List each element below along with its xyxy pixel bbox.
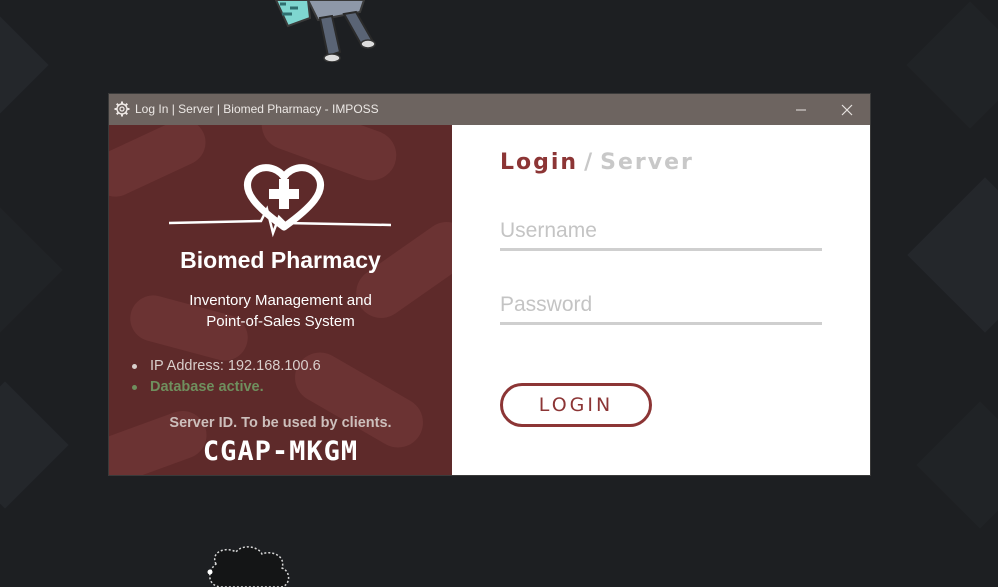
gear-icon [114,101,130,117]
heading-server: Server [600,150,694,175]
minimize-button[interactable] [778,94,824,125]
brand-name: Biomed Pharmacy [180,247,381,273]
status-list: IP Address: 192.168.100.6 Database activ… [131,356,321,398]
background-diamond [916,401,998,529]
background-diamond [906,1,998,129]
login-button[interactable]: LOGIN [500,383,652,427]
form-heading: Login / Server [500,150,694,175]
username-input[interactable] [500,214,822,251]
server-id: CGAP-MKGM [202,436,359,467]
background-diamond [907,177,998,333]
brand-subtitle: Inventory Management and Point-of-Sales … [109,290,452,332]
server-id-note: Server ID. To be used by clients. [169,415,392,431]
heading-separator: / [584,150,595,175]
window-title: Log In | Server | Biomed Pharmacy - IMPO… [135,102,379,116]
title-bar[interactable]: Log In | Server | Biomed Pharmacy - IMPO… [109,94,870,125]
branding-panel: Biomed Pharmacy Inventory Management and… [109,125,452,475]
character-illustration [274,0,376,62]
password-input[interactable] [500,288,822,325]
login-window: Log In | Server | Biomed Pharmacy - IMPO… [109,94,870,475]
background-diamond [0,1,49,129]
sheep-illustration [207,546,290,587]
heading-login: Login [500,150,579,175]
close-icon [841,104,853,115]
background-diamond [0,381,69,509]
close-button[interactable] [824,94,870,125]
subtitle-line: Inventory Management and [189,292,372,309]
minimize-icon [796,109,806,110]
background-diamond [0,192,63,348]
subtitle-line: Point-of-Sales System [206,313,355,330]
login-form-panel: Login/Server LOGIN [452,125,870,475]
database-status: Database active. [131,377,321,398]
heart-cross-heartbeat-logo [169,164,391,238]
ip-address-status: IP Address: 192.168.100.6 [131,356,321,377]
